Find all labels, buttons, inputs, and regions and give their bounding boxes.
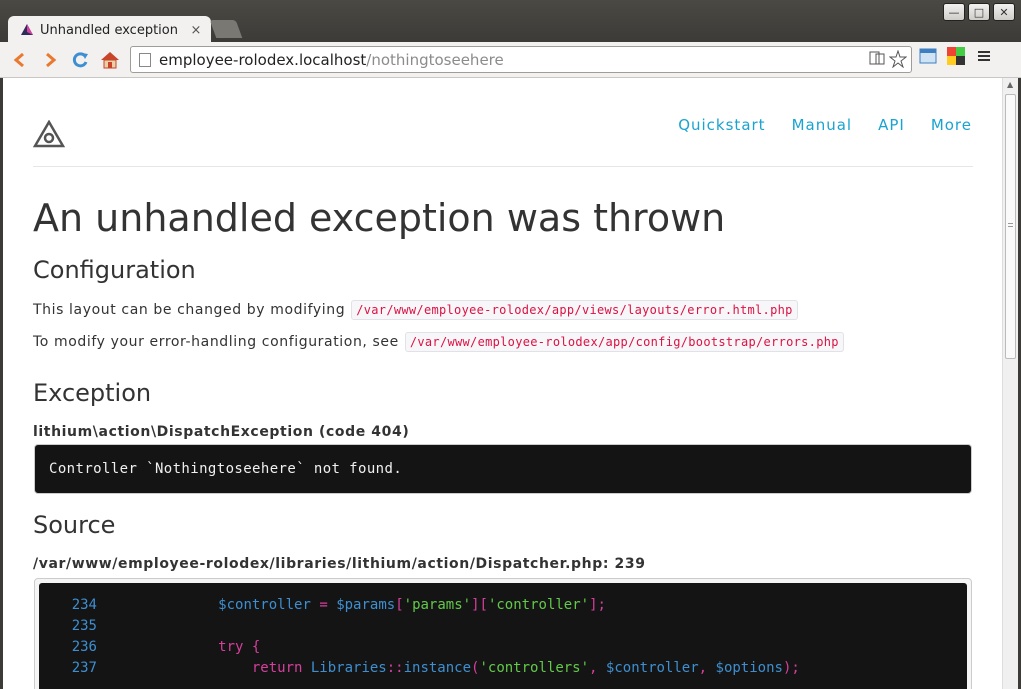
source-file: /var/www/employee-rolodex/libraries/lith… [33,556,646,572]
source-code-block: 234 $controller = $params['params']['con… [34,578,972,689]
back-button[interactable] [6,46,34,74]
reload-icon [72,51,88,67]
exception-class: lithium\action\DispatchException (code 4… [33,424,410,440]
window-controls: — □ ✕ [943,3,1015,21]
scroll-grip [1008,223,1013,227]
tab-title: Unhandled exception [40,22,178,38]
exception-message: Controller `Nothingtoseehere` not found. [49,461,403,477]
exception-heading: Exception [33,379,152,407]
url-path: /nothingtoseehere [366,50,504,69]
top-navigation: Quickstart Manual API More [678,116,972,134]
browser-tab[interactable]: Unhandled exception × [8,16,211,44]
maximize-button[interactable]: □ [968,3,990,21]
lithium-logo-icon[interactable] [33,120,65,148]
lithium-favicon-icon [21,24,33,35]
code-text: $controller = $params['params']['control… [218,596,606,613]
code-line: 237 return Libraries::instance('controll… [39,657,967,678]
code-line: 236 try { [39,636,967,657]
code-text: try { [218,638,261,655]
url-host: employee-rolodex.localhost [159,50,367,69]
code-text: return Libraries::instance('controllers'… [251,659,800,676]
scroll-up-arrow-icon[interactable]: ▲ [1007,80,1013,89]
page-title: An unhandled exception was thrown [33,196,726,240]
reader-mode-icon[interactable] [869,50,885,66]
exception-message-box: Controller `Nothingtoseehere` not found. [34,444,972,494]
forward-arrow-icon [46,52,57,67]
nav-more[interactable]: More [931,116,972,134]
home-button[interactable] [96,46,124,74]
page-icon [139,52,151,67]
layout-text: This layout can be changed by modifying [33,302,346,318]
page-viewport: Quickstart Manual API More An unhandled … [3,78,1002,689]
line-number: 235 [71,617,97,634]
bookmark-star-icon[interactable] [889,50,907,68]
new-tab-button[interactable] [209,20,243,38]
nav-quickstart[interactable]: Quickstart [678,116,765,134]
source-code: 234 $controller = $params['params']['con… [39,583,967,689]
extension-window-icon[interactable] [918,46,938,66]
browser-toolbar: employee-rolodex.localhost/nothingtoseeh… [0,42,1021,78]
reload-button[interactable] [66,46,94,74]
configuration-errors-line: To modify your error-handling configurat… [33,332,844,352]
vertical-scrollbar[interactable]: ▲ [1002,78,1018,689]
minimize-button[interactable]: — [943,3,965,21]
window-titlebar: Unhandled exception × — □ ✕ [0,0,1021,44]
back-arrow-icon [13,52,24,67]
line-number: 234 [71,596,97,613]
address-bar[interactable]: employee-rolodex.localhost/nothingtoseeh… [130,46,912,73]
source-heading: Source [33,511,116,539]
layout-path-code: /var/www/employee-rolodex/app/views/layo… [351,300,798,320]
errors-path-code: /var/www/employee-rolodex/app/config/boo… [404,332,844,352]
code-line: 234 $controller = $params['params']['con… [39,594,967,615]
scrollbar-thumb[interactable] [1005,94,1016,359]
configuration-layout-line: This layout can be changed by modifying … [33,300,798,320]
line-number: 237 [71,659,97,676]
tab-close-icon[interactable]: × [189,23,203,38]
menu-icon[interactable] [974,46,994,66]
color-picker-extension-icon[interactable] [946,46,966,66]
forward-button[interactable] [36,46,64,74]
code-line: 235 [39,615,967,636]
close-window-button[interactable]: ✕ [993,3,1015,21]
line-number: 236 [71,638,97,655]
errors-text: To modify your error-handling configurat… [33,334,399,350]
configuration-heading: Configuration [33,256,196,284]
header-divider [33,166,973,167]
home-icon [101,51,119,68]
nav-manual[interactable]: Manual [792,116,853,134]
nav-api[interactable]: API [878,116,905,134]
